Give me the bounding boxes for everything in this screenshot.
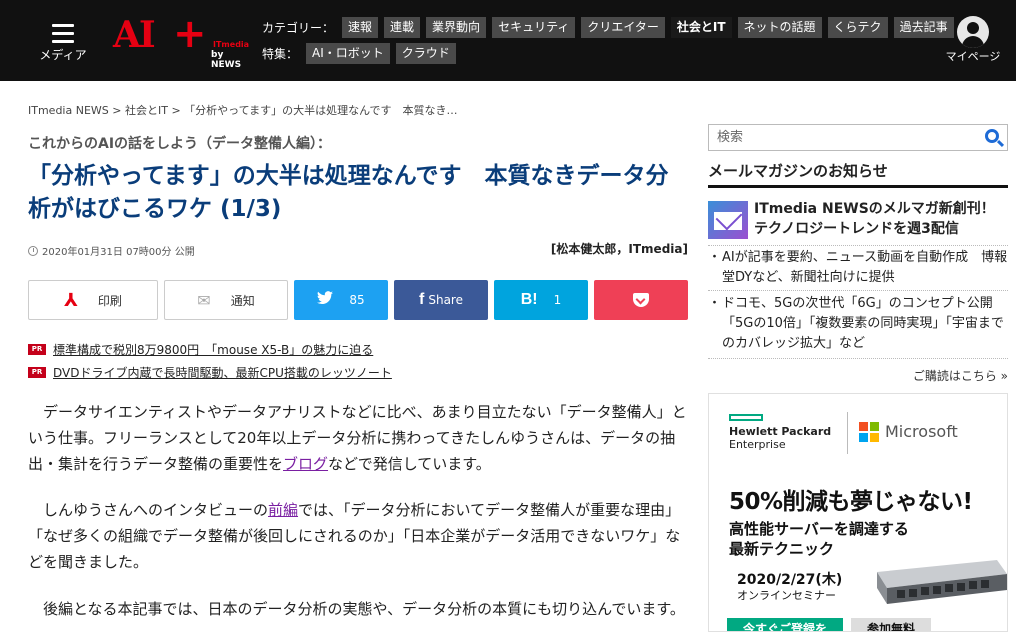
bird-icon: [317, 291, 334, 309]
breadcrumb-separator: >: [171, 104, 181, 117]
facebook-icon: f: [419, 291, 425, 308]
previous-part-link[interactable]: 前編: [268, 501, 298, 519]
notify-button[interactable]: ✉ 通知: [164, 280, 288, 320]
article-paragraph: データサイエンティストやデータアナリストなどに比べ、あまり目立たない「データ整備…: [28, 399, 688, 477]
mailmag-heading: メールマガジンのお知らせ: [708, 160, 1008, 188]
hpe-brand-text: Enterprise: [729, 438, 786, 451]
pdf-icon: ⅄: [64, 289, 78, 311]
facebook-label: Share: [428, 293, 463, 307]
breadcrumb-separator: >: [112, 104, 122, 117]
article-author: [松本健太郎，ITmedia]: [550, 242, 688, 256]
notify-label: 通知: [230, 293, 255, 308]
ad-headline: 50%削減も夢じゃない!: [729, 489, 973, 515]
facebook-share-button[interactable]: f Share: [394, 280, 488, 320]
pr-badge: PR: [28, 367, 46, 378]
category-tag-security[interactable]: セキュリティ: [492, 16, 576, 38]
logo-plus-text: +: [173, 11, 207, 57]
pr-link-row: PR DVDドライブ内蔵で長時間駆動、最新CPU搭載のレッツノート: [28, 364, 392, 381]
user-avatar-icon: [957, 16, 989, 48]
mailmag-item[interactable]: ドコモ、5Gの次世代「6G」のコンセプト公開 「5Gの10倍」「複数要素の同時実…: [708, 294, 1008, 354]
search-box: [708, 124, 1008, 151]
mypage-label: マイページ: [945, 50, 1001, 63]
article-series[interactable]: これからのAIの話をしよう（データ整備人編）：: [28, 133, 331, 153]
paragraph-text: しんゆうさんへのインタビューの: [43, 501, 269, 519]
feature-tag-ai-robot[interactable]: AI・ロボット: [306, 42, 390, 64]
feature-tag-cloud[interactable]: クラウド: [395, 42, 456, 64]
media-menu-button[interactable]: メディア: [38, 20, 88, 65]
pr-badge: PR: [28, 344, 46, 355]
twitter-share-button[interactable]: 85: [294, 280, 388, 320]
category-tag-breaking[interactable]: 速報: [342, 16, 379, 38]
media-menu-label: メディア: [39, 48, 87, 62]
pocket-button[interactable]: [594, 280, 688, 320]
blog-link[interactable]: ブログ: [283, 455, 328, 473]
article-paragraph: しんゆうさんへのインタビューの前編では、「データ分析においてデータ整備人が重要な…: [28, 497, 688, 575]
hpe-logo-icon: [729, 414, 763, 421]
article-title: 「分析やってます」の大半は処理なんです 本質なきデータ分析がはびこるワケ (1/…: [28, 163, 669, 222]
clock-icon: [28, 245, 38, 256]
logo-itmedia-text: ITmedia: [213, 40, 250, 49]
mailmag-feature: ITmedia NEWSのメルマガ新創刊！ テクノロジートレンドを週3配信: [708, 199, 1008, 241]
hamburger-icon: [52, 24, 74, 48]
hpe-brand-text: Hewlett Packard: [729, 425, 832, 438]
pr-link[interactable]: 標準構成で税別8万9800円 「mouse X5-B」の魅力に迫る: [53, 341, 373, 358]
ad-date: 2020/2/27(木): [737, 572, 843, 588]
feature-nav: 特集： AI・ロボット クラウド: [262, 42, 462, 64]
paragraph-text: 後編となる本記事では、日本のデータ分析の実態や、データ分析の本質にも切り込んでい…: [43, 600, 685, 618]
ad-online-label: オンラインセミナー: [737, 589, 836, 602]
twitter-count: 85: [349, 293, 365, 307]
category-tag-society-it[interactable]: 社会とIT: [670, 16, 732, 38]
article-date: 2020年01月31日 07時00分 公開: [42, 247, 195, 258]
pocket-icon: [633, 293, 649, 307]
logo-bynews-text: by NEWS: [211, 50, 242, 70]
category-tag-series[interactable]: 連載: [384, 16, 421, 38]
mailmag-feature-link[interactable]: ITmedia NEWSのメルマガ新創刊！ テクノロジートレンドを週3配信: [754, 199, 1008, 239]
category-tag-net-topics[interactable]: ネットの話題: [737, 16, 822, 38]
ad-subheadline: 最新テクニック: [729, 540, 835, 558]
breadcrumb-item-current: 「分析やってます」の大半は処理なんです 本質なき…: [184, 104, 458, 117]
microsoft-brand-text: Microsoft: [885, 422, 958, 441]
divider: [708, 245, 1008, 246]
logo-ai-text: AI: [113, 14, 156, 56]
print-button[interactable]: ⅄ 印刷: [28, 280, 158, 320]
category-tag-creator[interactable]: クリエイター: [581, 16, 665, 38]
ad-free-label[interactable]: 参加無料: [851, 618, 931, 631]
pr-link[interactable]: DVDドライブ内蔵で長時間駆動、最新CPU搭載のレッツノート: [53, 364, 392, 381]
mailmag-subscribe-link[interactable]: ご購読はこちら »: [913, 367, 1008, 384]
search-input[interactable]: [709, 125, 969, 150]
ad-divider: [847, 412, 848, 454]
microsoft-logo-icon: [859, 422, 879, 442]
search-icon[interactable]: [985, 129, 999, 143]
article-paragraph: 後編となる本記事では、日本のデータ分析の実態や、データ分析の本質にも切り込んでい…: [28, 596, 688, 622]
breadcrumb-item-category[interactable]: 社会とIT: [125, 104, 168, 117]
breadcrumb-item-home[interactable]: ITmedia NEWS: [28, 104, 109, 117]
category-heading: カテゴリー：: [262, 20, 335, 35]
breadcrumb: ITmedia NEWS > 社会とIT > 「分析やってます」の大半は処理なん…: [28, 102, 458, 118]
server-image-icon: [877, 560, 1007, 604]
divider: [708, 358, 1008, 359]
advertisement-banner[interactable]: Hewlett Packard Enterprise Microsoft 50%…: [708, 393, 1008, 632]
notification-icon: ✉: [197, 290, 211, 310]
print-label: 印刷: [97, 293, 122, 308]
site-logo[interactable]: AI + ITmedia by NEWS: [113, 11, 250, 70]
category-tag-industry[interactable]: 業界動向: [426, 16, 487, 38]
hatena-bookmark-button[interactable]: B! 1: [494, 280, 588, 320]
mypage-button[interactable]: マイページ: [944, 16, 1002, 66]
divider: [708, 290, 1008, 291]
paragraph-text: などで発信しています。: [328, 455, 491, 473]
mailmag-item[interactable]: AIが記事を要約、ニュース動画を自動作成 博報堂DYなど、新聞社向けに提供: [708, 248, 1008, 288]
hatena-count: 1: [553, 293, 562, 307]
ad-subheadline: 高性能サーバーを調達する: [729, 520, 909, 538]
pr-link-row: PR 標準構成で税別8万9800円 「mouse X5-B」の魅力に迫る: [28, 341, 373, 358]
site-header: メディア AI + ITmedia by NEWS カテゴリー： 速報 連載 業…: [0, 0, 1016, 81]
hatena-icon: B!: [520, 291, 538, 308]
category-nav: カテゴリー： 速報 連載 業界動向 セキュリティ クリエイター 社会とIT ネッ…: [262, 16, 960, 38]
envelope-icon: [708, 201, 748, 239]
feature-heading: 特集：: [262, 46, 299, 61]
ad-register-button[interactable]: 今すぐご登録を: [727, 618, 843, 631]
category-tag-kuratech[interactable]: くらテク: [827, 16, 888, 38]
article-dateline: 2020年01月31日 07時00分 公開: [28, 243, 195, 258]
